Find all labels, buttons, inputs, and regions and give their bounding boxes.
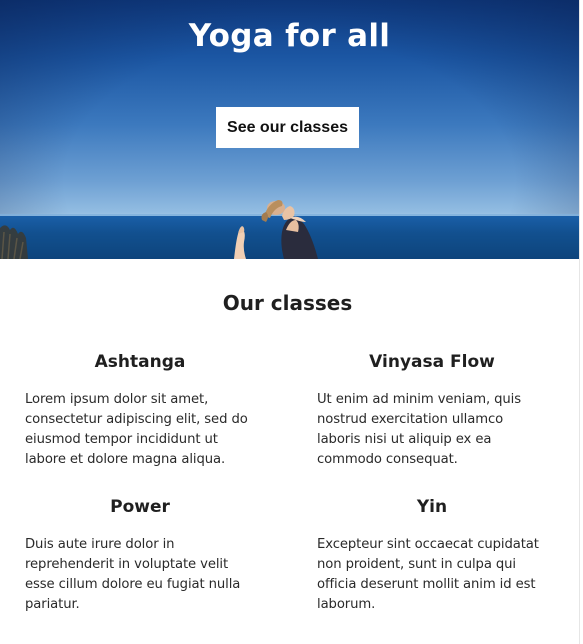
class-title: Yin xyxy=(416,497,448,517)
classes-section-title: Our classes xyxy=(222,291,353,315)
class-card-ashtanga: Ashtanga Lorem ipsum dolor sit amet, con… xyxy=(25,351,255,470)
class-card-power: Power Duis aute irure dolor in reprehend… xyxy=(25,496,255,615)
class-description: Lorem ipsum dolor sit amet, consectetur … xyxy=(25,392,248,467)
class-description: Excepteur sint occaecat cupidatat non pr… xyxy=(317,537,539,612)
page: Yoga for all See our classes Our classes… xyxy=(0,0,579,644)
class-title: Power xyxy=(110,497,170,517)
class-description: Duis aute irure dolor in reprehenderit i… xyxy=(25,537,241,612)
hero-foliage xyxy=(0,225,28,259)
see-classes-button[interactable]: See our classes xyxy=(216,107,359,148)
hero-title: Yoga for all xyxy=(188,18,391,54)
class-card-yin: Yin Excepteur sint occaecat cupidatat no… xyxy=(317,496,547,615)
window-edge xyxy=(579,0,583,644)
class-title: Vinyasa Flow xyxy=(369,352,495,372)
class-card-vinyasa-flow: Vinyasa Flow Ut enim ad minim veniam, qu… xyxy=(317,351,547,470)
hero-banner: Yoga for all See our classes xyxy=(0,0,579,259)
yoga-practitioner-image xyxy=(234,200,318,259)
class-description: Ut enim ad minim veniam, quis nostrud ex… xyxy=(317,392,522,467)
class-title: Ashtanga xyxy=(94,352,186,372)
